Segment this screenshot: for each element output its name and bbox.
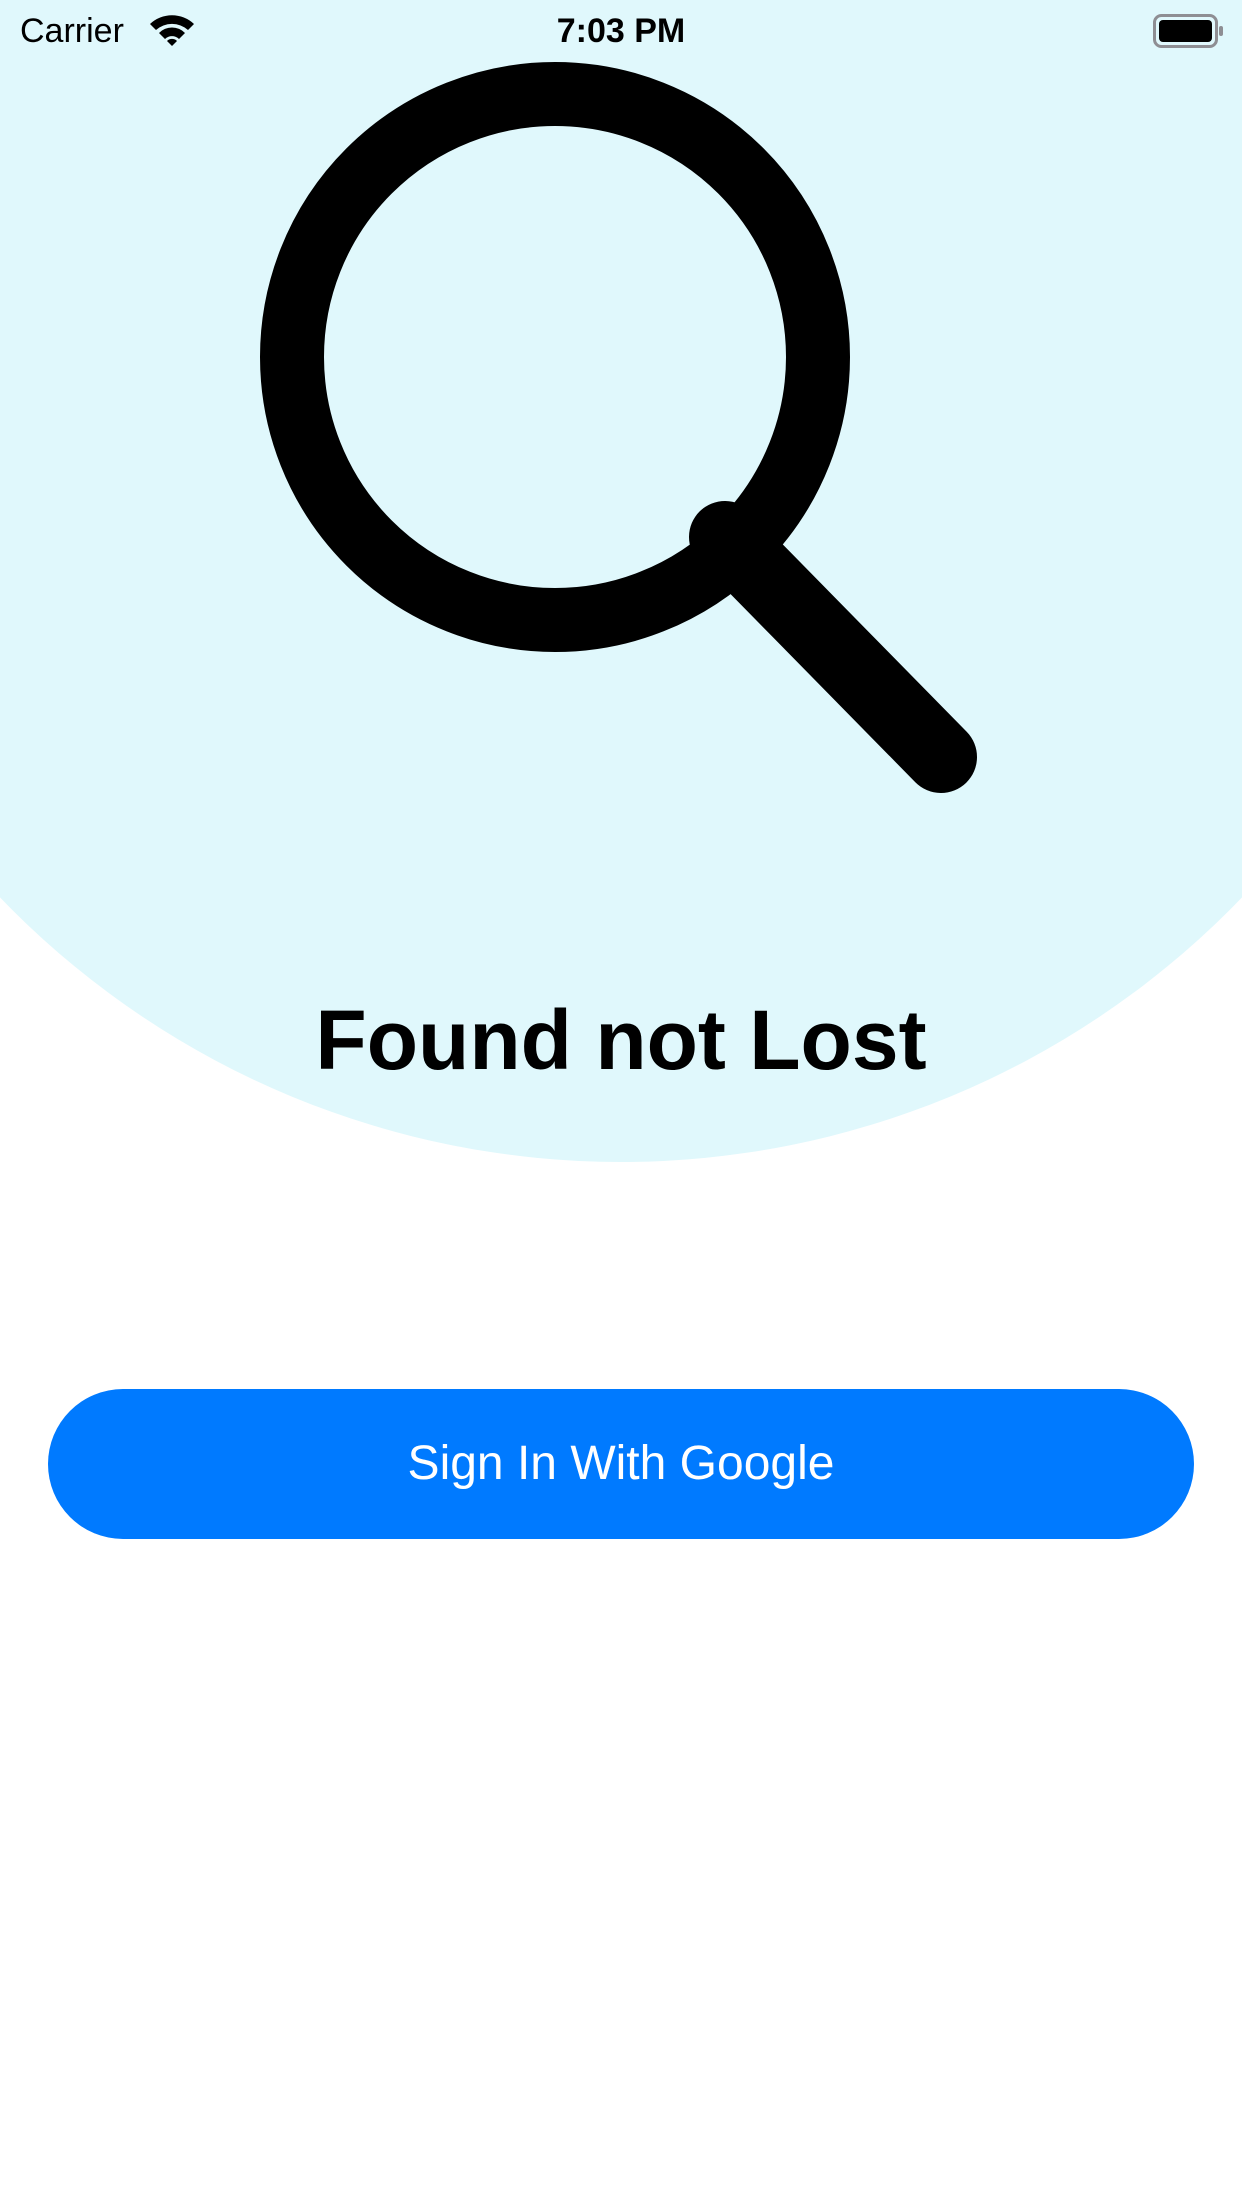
app-title: Found not Lost bbox=[315, 993, 927, 1087]
magnifying-glass-icon bbox=[260, 62, 977, 793]
status-time: 7:03 PM bbox=[556, 12, 686, 50]
login-screen: Carrier 7:03 PM Found not Lost Sign In W… bbox=[0, 0, 1242, 2208]
battery-full-icon bbox=[1153, 14, 1223, 48]
status-bar: Carrier 7:03 PM bbox=[0, 0, 1242, 62]
sign-in-with-google-button[interactable]: Sign In With Google bbox=[48, 1389, 1194, 1539]
